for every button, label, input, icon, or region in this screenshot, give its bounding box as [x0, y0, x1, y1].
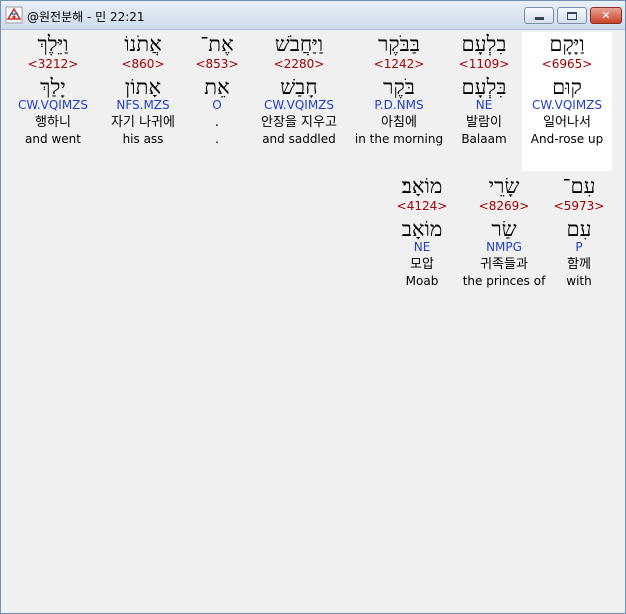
word-block[interactable]: מוֹאָב׃ <4124> מוֹאָב NE 모압 Moab [377, 174, 467, 288]
korean-gloss: 귀족들과 [480, 257, 528, 272]
minimize-button[interactable] [524, 7, 554, 24]
maximize-icon [558, 8, 586, 23]
lemma: יָלַךְ [40, 75, 66, 99]
korean-gloss: 일어나서 [543, 115, 591, 130]
word-block[interactable]: בִלְעָם <1109> בִּלְעָם NE 발람이 Balaam [439, 32, 529, 146]
verse-breakdown-panel: וַיָּקָם <6965> קוּם CW.VQIMZS 일어나서 And-… [1, 30, 625, 613]
english-gloss: in the morning [354, 132, 444, 146]
strong-number[interactable]: <3212> [8, 57, 98, 73]
korean-gloss: 행하니 [35, 115, 71, 130]
strong-number[interactable]: <1242> [354, 57, 444, 73]
strong-number[interactable]: <2280> [249, 57, 349, 73]
hebrew-word: וַיֵּלֶךְ [37, 32, 69, 56]
word-block[interactable]: בַּבֹּקֶר <1242> בֹּקֶר P.D.NMS 아침에 in t… [354, 32, 444, 146]
word-block[interactable]: וַיַּחֲבֹשׁ <2280> חָבַשׁ CW.VQIMZS 안장을 … [249, 32, 349, 146]
english-gloss: and went [25, 132, 81, 146]
hebrew-word: בַּבֹּקֶר [378, 32, 420, 56]
word-block[interactable]: וַיָּקָם <6965> קוּם CW.VQIMZS 일어나서 And-… [522, 32, 612, 171]
hebrew-word: בִלְעָם [461, 32, 507, 56]
parsing-code: CW.VQIMZS [531, 98, 603, 112]
lemma: קוּם [552, 75, 582, 99]
lemma: אֵת [204, 75, 230, 99]
close-button[interactable]: ✕ [590, 7, 622, 24]
lemma: אָתוֹן [124, 75, 162, 99]
hebrew-word: מוֹאָב׃ [401, 174, 443, 198]
parsing-code: NMPG [486, 240, 522, 254]
lemma: בִּלְעָם [461, 75, 507, 99]
korean-gloss: 안장을 지우고 [261, 115, 337, 130]
strong-number[interactable]: <860> [98, 57, 188, 73]
hebrew-word: אֲתֹנוֹ [124, 32, 162, 56]
strong-number[interactable]: <853> [182, 57, 252, 73]
lemma: חָבַשׁ [280, 75, 318, 99]
parsing-code: NE [413, 240, 431, 254]
english-gloss: and saddled [262, 132, 336, 146]
app-window: @원전분해 - 민 22:21 ✕ וַיָּקָם <6965> קוּם C… [0, 0, 626, 614]
word-block[interactable]: אֲתֹנוֹ <860> אָתוֹן NFS.MZS 자기 나귀에 his … [98, 32, 188, 146]
hebrew-word: שָׂרֵי [488, 174, 520, 198]
english-gloss: Balaam [461, 132, 507, 146]
minimize-icon [525, 8, 553, 23]
app-logo-icon [5, 6, 23, 24]
english-gloss: his ass [122, 132, 164, 146]
word-block[interactable]: אֶת־ <853> אֵת O . . [182, 32, 252, 146]
word-block[interactable]: וַיֵּלֶךְ <3212> יָלַךְ CW.VQIMZS 행하니 an… [8, 32, 98, 146]
maximize-button[interactable] [557, 7, 587, 24]
lemma: שַׂר [491, 217, 517, 241]
korean-gloss: 자기 나귀에 [111, 115, 175, 130]
hebrew-word: וַיָּקָם [549, 32, 585, 56]
korean-gloss: . [214, 115, 220, 130]
parsing-code: O [212, 98, 222, 112]
lemma: בֹּקֶר [383, 75, 415, 99]
parsing-code: CW.VQIMZS [263, 98, 335, 112]
parsing-code: NFS.MZS [116, 98, 170, 112]
korean-gloss: 발람이 [466, 115, 502, 130]
parsing-code: NE [475, 98, 493, 112]
english-gloss: Moab [405, 274, 439, 288]
strong-number[interactable]: <6965> [522, 57, 612, 73]
parsing-code: CW.VQIMZS [17, 98, 89, 112]
korean-gloss: 아침에 [381, 115, 417, 130]
korean-gloss: 모압 [410, 257, 434, 272]
lemma: מוֹאָב [401, 217, 443, 241]
close-icon: ✕ [601, 9, 611, 22]
english-gloss: And-rose up [530, 132, 604, 146]
title-bar[interactable]: @원전분해 - 민 22:21 ✕ [1, 1, 625, 30]
strong-number[interactable]: <8269> [459, 199, 549, 215]
hebrew-word: וַיַּחֲבֹשׁ [274, 32, 324, 56]
window-title: @원전분해 - 민 22:21 [27, 10, 145, 24]
parsing-code: P.D.NMS [374, 98, 424, 112]
word-block[interactable]: שָׂרֵי <8269> שַׂר NMPG 귀족들과 the princes… [459, 174, 549, 288]
strong-number[interactable]: <1109> [439, 57, 529, 73]
strong-number[interactable]: <4124> [377, 199, 467, 215]
english-gloss: the princes of [462, 274, 546, 288]
hebrew-word: אֶת־ [200, 32, 234, 56]
english-gloss: . [215, 132, 219, 146]
